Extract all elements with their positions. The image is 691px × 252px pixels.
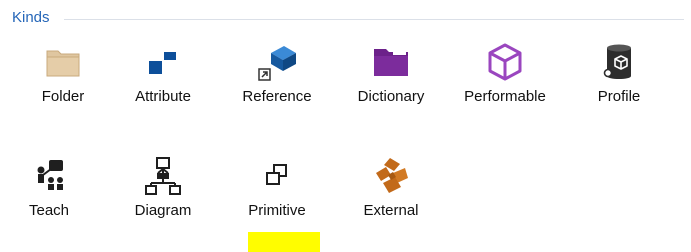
kind-attribute[interactable]: Attribute xyxy=(108,42,218,132)
kind-label-performable: Performable xyxy=(464,88,546,105)
external-puzzle-icon xyxy=(371,156,411,196)
highlight-marker xyxy=(248,232,320,252)
kinds-group-header: Kinds xyxy=(12,8,684,28)
reference-icon xyxy=(257,42,297,82)
kind-performable[interactable]: Performable xyxy=(450,42,560,132)
kind-teach[interactable]: Teach xyxy=(0,156,104,246)
profile-cylinder-icon xyxy=(599,42,639,82)
kind-diagram[interactable]: Diagram xyxy=(108,156,218,246)
kind-folder[interactable]: Folder xyxy=(8,42,118,132)
cube-outline-icon xyxy=(485,42,525,82)
teach-icon xyxy=(29,156,69,196)
group-title: Kinds xyxy=(12,9,50,26)
kind-reference[interactable]: Reference xyxy=(222,42,332,132)
primitive-squares-icon xyxy=(257,156,297,196)
kind-label-profile: Profile xyxy=(597,88,641,105)
group-divider xyxy=(64,19,684,20)
kind-label-external: External xyxy=(363,202,419,219)
kind-label-diagram: Diagram xyxy=(134,202,192,219)
kind-label-attribute: Attribute xyxy=(135,88,191,105)
diagram-hierarchy-icon xyxy=(143,156,183,196)
kind-label-reference: Reference xyxy=(242,88,312,105)
kind-profile[interactable]: Profile xyxy=(564,42,674,132)
dictionary-folder-icon xyxy=(371,42,411,82)
kind-dictionary[interactable]: Dictionary xyxy=(336,42,446,132)
kind-label-folder: Folder xyxy=(41,88,85,105)
folder-icon xyxy=(43,42,83,82)
kind-label-primitive: Primitive xyxy=(248,202,306,219)
kind-label-teach: Teach xyxy=(28,202,70,219)
kind-external[interactable]: External xyxy=(336,156,446,246)
kind-label-dictionary: Dictionary xyxy=(357,88,425,105)
attribute-icon xyxy=(143,42,183,82)
